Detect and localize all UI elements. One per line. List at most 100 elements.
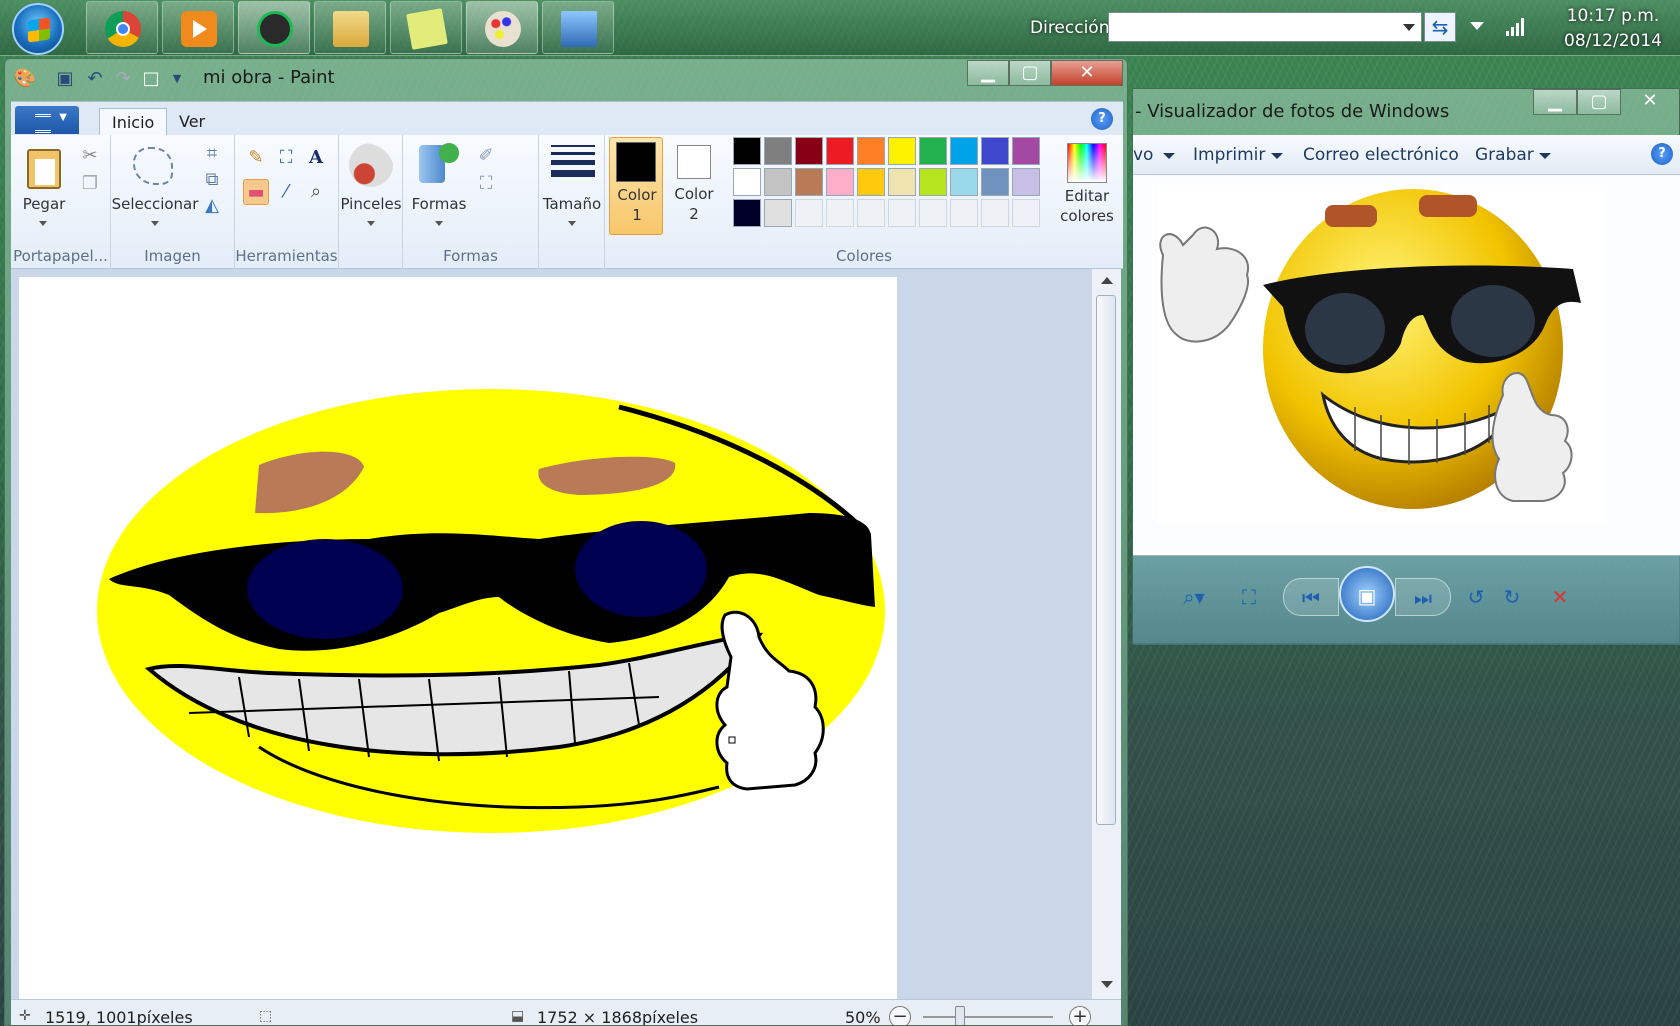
palette-color-swatch[interactable] [1012, 137, 1040, 165]
palette-custom-slot[interactable] [919, 199, 947, 227]
menu-archivo[interactable]: vo [1133, 145, 1153, 165]
shape-fill-icon[interactable]: ⛶ [473, 171, 499, 197]
refresh-go-icon[interactable]: ⇆ [1424, 12, 1456, 42]
previous-icon[interactable]: ⏮ [1283, 578, 1339, 616]
cut-icon[interactable]: ✂ [77, 143, 103, 169]
viewer-maximize-button[interactable]: ▢ [1577, 89, 1621, 115]
viewer-close-button[interactable]: ✕ [1621, 89, 1679, 115]
palette-color-swatch[interactable] [888, 137, 916, 165]
slideshow-button[interactable]: ▣ [1339, 566, 1395, 622]
redo-icon[interactable]: ↷ [111, 67, 135, 91]
palette-color-swatch[interactable] [981, 137, 1009, 165]
zoom-slider[interactable] [923, 1016, 1053, 1018]
palette-custom-slot[interactable] [950, 199, 978, 227]
rotate-right-icon[interactable]: ↻ [1495, 578, 1529, 616]
palette-color-swatch[interactable] [919, 168, 947, 196]
delete-icon[interactable]: ✕ [1543, 578, 1577, 616]
chevron-down-icon[interactable] [1271, 153, 1283, 159]
address-input[interactable] [1108, 12, 1422, 42]
outline-icon[interactable]: ✐ [473, 143, 499, 169]
system-clock[interactable]: 10:17 p.m. 08/12/2014 [1548, 4, 1678, 54]
palette-custom-slot[interactable] [888, 199, 916, 227]
menu-correo[interactable]: Correo electrónico [1303, 145, 1459, 165]
crop-icon[interactable]: ⌗ [199, 141, 225, 167]
chevron-down-icon[interactable] [1539, 153, 1551, 159]
palette-color-swatch[interactable] [857, 137, 885, 165]
palette-color-swatch[interactable] [857, 168, 885, 196]
help-icon[interactable]: ? [1091, 108, 1113, 130]
palette-color-swatch[interactable] [888, 168, 916, 196]
palette-custom-slot[interactable] [857, 199, 885, 227]
file-menu-button[interactable] [15, 106, 79, 134]
chevron-down-icon[interactable] [1163, 153, 1175, 159]
palette-color-swatch[interactable] [733, 199, 761, 227]
minimize-button[interactable]: ▁ [967, 60, 1009, 86]
zoom-in-button[interactable]: + [1069, 1006, 1091, 1025]
help-icon[interactable]: ? [1651, 143, 1673, 165]
brushes-group[interactable]: Pinceles [339, 135, 403, 269]
palette-color-swatch[interactable] [919, 137, 947, 165]
taskbar-file-explorer[interactable] [314, 1, 386, 54]
vertical-scrollbar[interactable] [1091, 269, 1121, 999]
tab-ver[interactable]: Ver [167, 108, 217, 136]
scroll-down-icon[interactable] [1101, 981, 1113, 988]
palette-color-swatch[interactable] [733, 137, 761, 165]
new-file-icon[interactable]: □ [139, 67, 163, 91]
palette-color-swatch[interactable] [764, 168, 792, 196]
text-tool-icon[interactable]: A [303, 145, 329, 171]
palette-custom-slot[interactable] [826, 199, 854, 227]
palette-color-swatch[interactable] [826, 168, 854, 196]
shapes-button[interactable]: Formas [407, 139, 471, 235]
zoom-icon[interactable]: ⌕▾ [1169, 578, 1219, 616]
magnifier-icon[interactable]: ⌕ [303, 179, 329, 205]
palette-custom-slot[interactable] [981, 199, 1009, 227]
actual-size-icon[interactable]: ⛶ [1229, 578, 1269, 616]
save-icon[interactable]: ▣ [53, 67, 77, 91]
resize-icon[interactable]: ⧉ [199, 167, 225, 193]
tray-expand-icon[interactable] [1470, 22, 1484, 30]
menu-grabar[interactable]: Grabar [1475, 145, 1534, 165]
rotate-left-icon[interactable]: ↺ [1459, 578, 1493, 616]
taskbar-chrome[interactable] [86, 1, 158, 54]
palette-color-swatch[interactable] [1012, 168, 1040, 196]
palette-color-swatch[interactable] [795, 137, 823, 165]
taskbar-sticky-notes[interactable] [390, 1, 462, 54]
palette-custom-slot[interactable] [1012, 199, 1040, 227]
close-button[interactable]: ✕ [1051, 60, 1123, 86]
color2-button[interactable]: Color 2 [667, 137, 721, 235]
palette-color-swatch[interactable] [795, 168, 823, 196]
chevron-down-icon[interactable] [1403, 24, 1415, 31]
size-button[interactable]: Tamaño [539, 135, 605, 269]
zoom-out-button[interactable]: − [889, 1006, 911, 1025]
color-picker-icon[interactable]: ⁄ [273, 179, 299, 205]
start-button[interactable] [12, 3, 64, 55]
viewer-minimize-button[interactable]: ▁ [1533, 89, 1577, 115]
drawing-canvas[interactable] [19, 277, 897, 1007]
pencil-icon[interactable]: ✎ [243, 145, 269, 171]
scroll-up-icon[interactable] [1101, 277, 1113, 284]
taskbar-photo-viewer[interactable] [542, 1, 614, 54]
eraser-icon[interactable]: ▬ [243, 179, 269, 205]
palette-color-swatch[interactable] [826, 137, 854, 165]
taskbar-spotify[interactable] [238, 1, 310, 54]
zoom-slider-thumb[interactable] [955, 1006, 965, 1025]
taskbar-paint[interactable] [466, 1, 538, 54]
palette-color-swatch[interactable] [981, 168, 1009, 196]
undo-icon[interactable]: ↶ [83, 67, 107, 91]
palette-color-swatch[interactable] [950, 168, 978, 196]
fill-icon[interactable]: ⛶ [273, 145, 299, 171]
copy-icon[interactable]: ❐ [77, 171, 103, 197]
rotate-icon[interactable]: ◭ [199, 193, 225, 219]
palette-color-swatch[interactable] [950, 137, 978, 165]
next-icon[interactable]: ⏭ [1395, 578, 1451, 616]
palette-custom-slot[interactable] [795, 199, 823, 227]
paste-button[interactable]: Pegar [17, 141, 71, 235]
scroll-thumb[interactable] [1096, 295, 1116, 825]
palette-color-swatch[interactable] [764, 137, 792, 165]
network-signal-icon[interactable] [1506, 18, 1528, 36]
palette-color-swatch[interactable] [764, 199, 792, 227]
palette-color-swatch[interactable] [733, 168, 761, 196]
menu-imprimir[interactable]: Imprimir [1193, 145, 1265, 165]
customize-qat-icon[interactable]: ▼ [165, 67, 189, 91]
select-button[interactable]: Seleccionar [112, 141, 198, 235]
